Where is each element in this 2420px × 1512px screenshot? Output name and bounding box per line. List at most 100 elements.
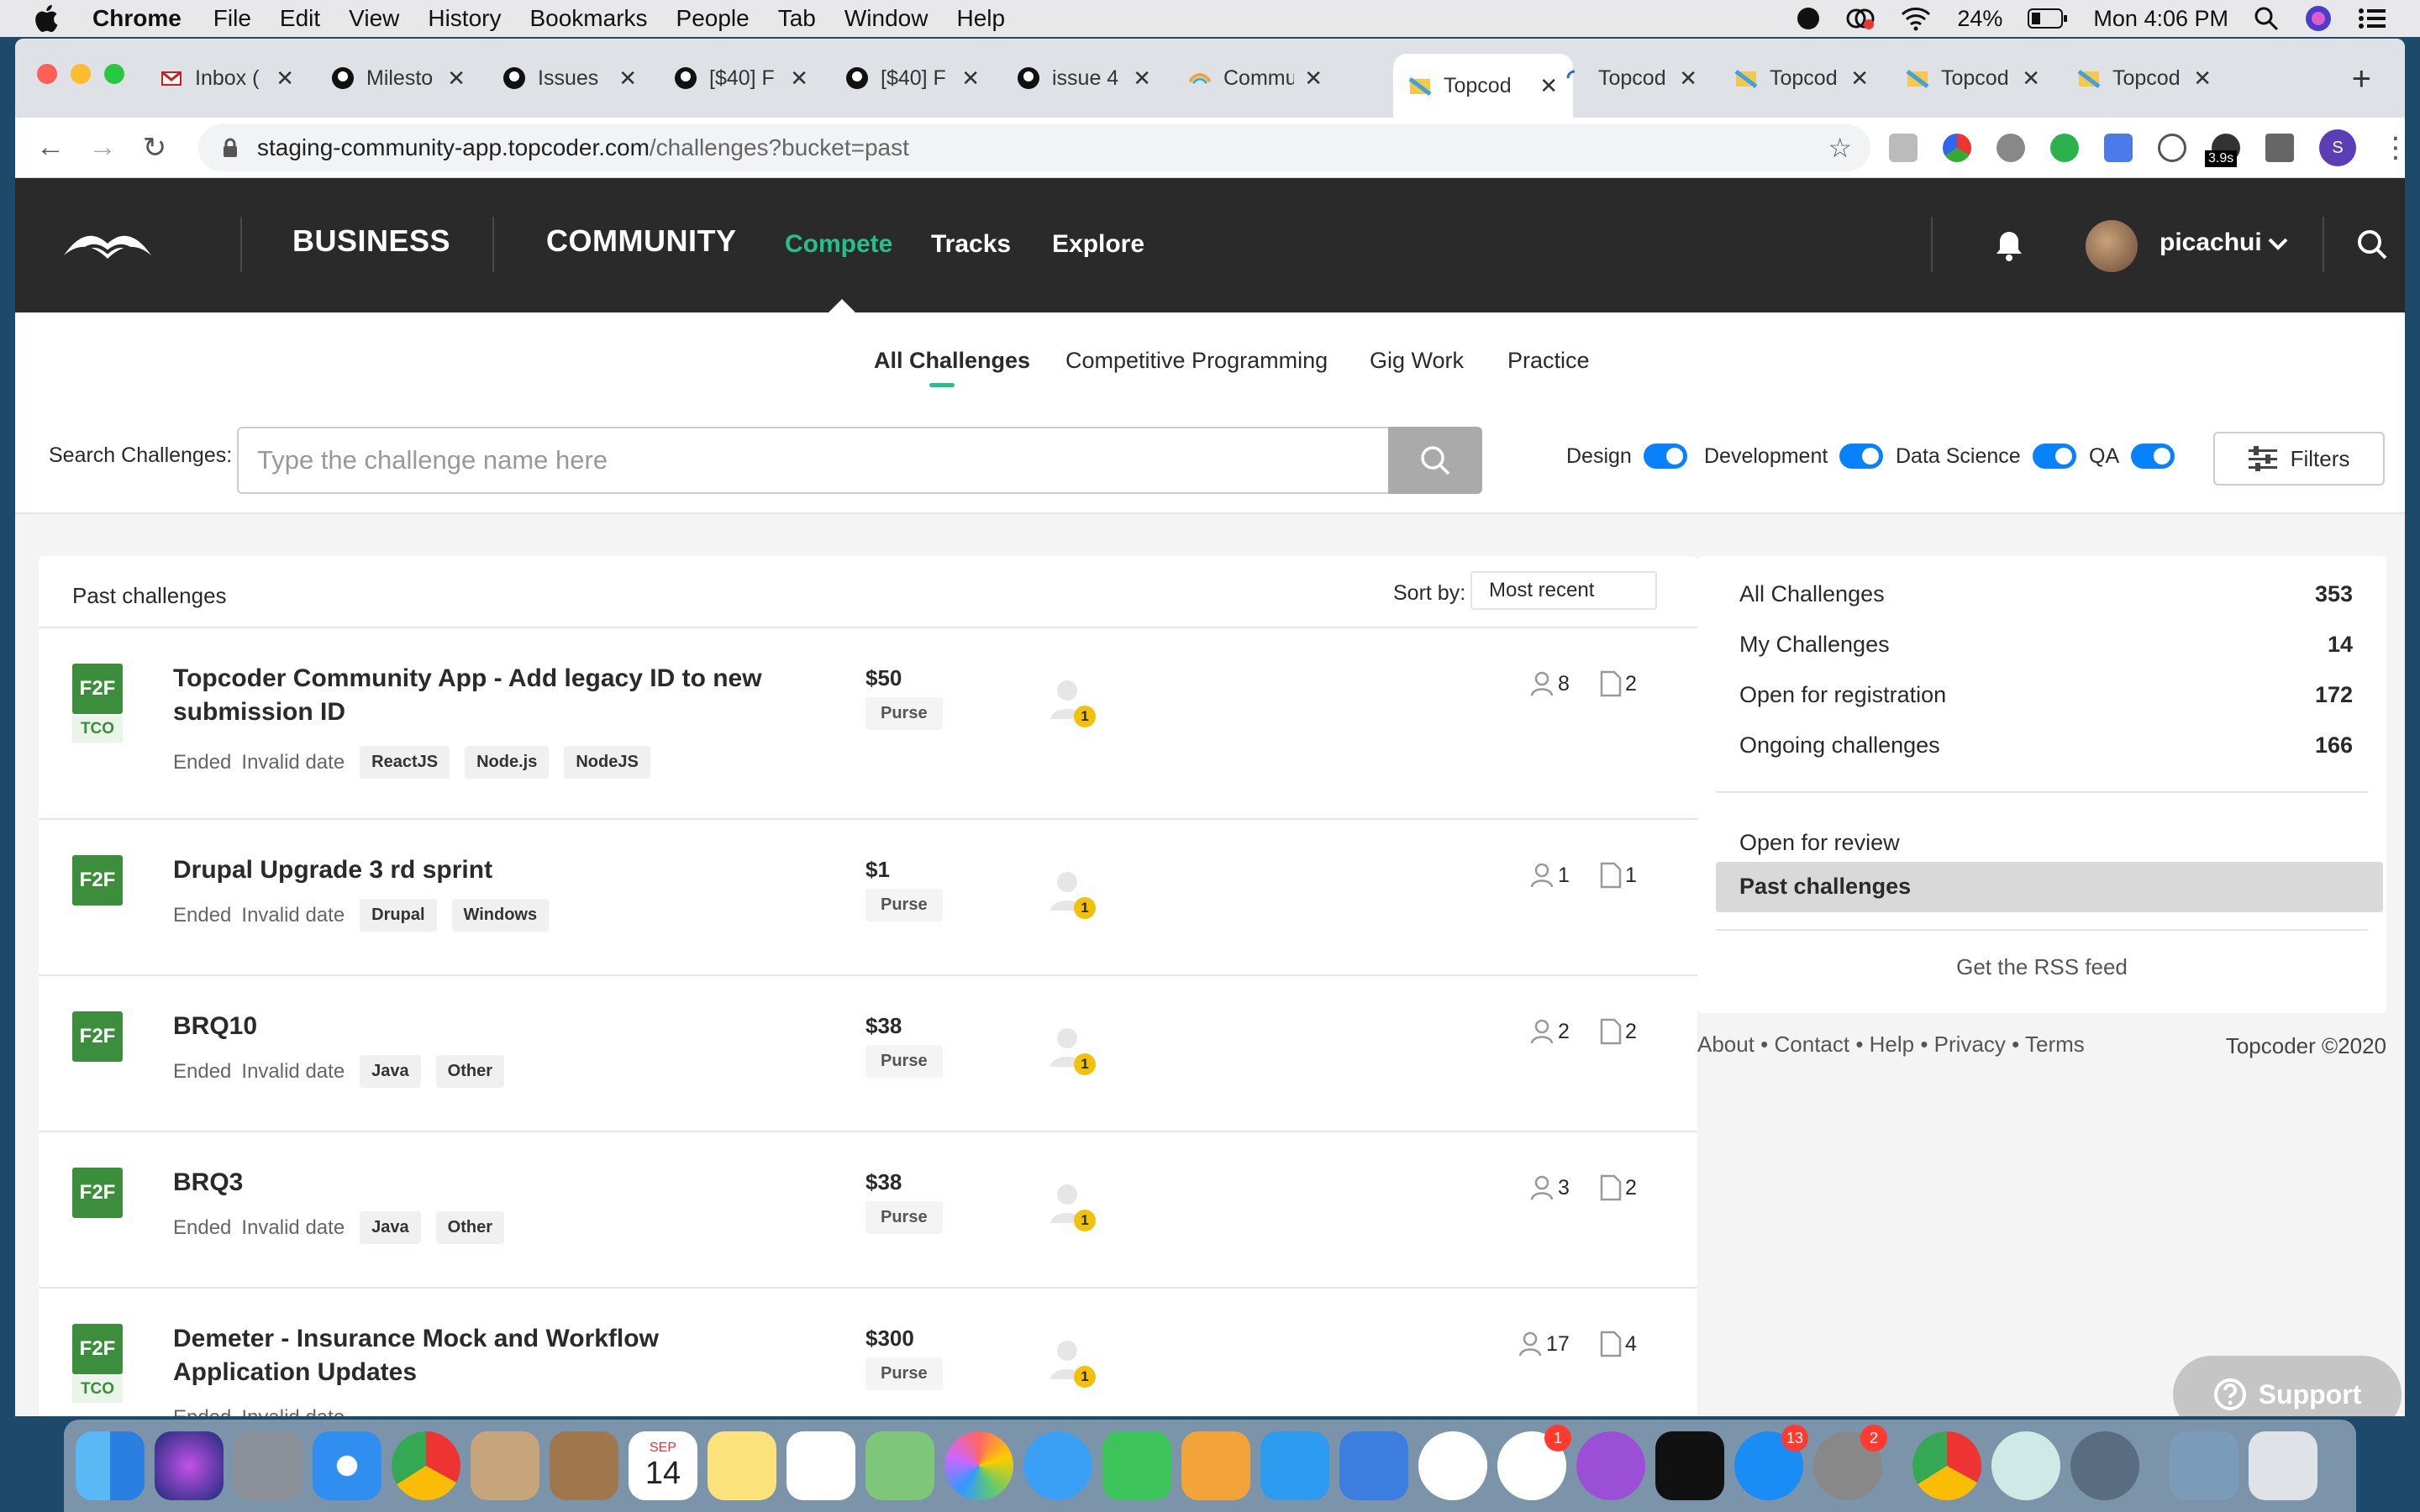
- slack-icon[interactable]: 1: [1497, 1425, 1571, 1500]
- toggle-switch[interactable]: [2131, 444, 2175, 469]
- bell-icon[interactable]: [1995, 230, 2023, 262]
- close-tab-icon[interactable]: ✕: [618, 66, 637, 92]
- toggle-qa[interactable]: QA: [2089, 444, 2175, 469]
- challenge-row[interactable]: F2F BRQ10 Ended Invalid date Java Other $38 Pur…: [39, 976, 1697, 1132]
- app-store-icon[interactable]: 13: [1734, 1425, 1808, 1500]
- tab-practice[interactable]: Practice: [1507, 348, 1590, 374]
- sidebar-bucket-item[interactable]: All Challenges 353: [1739, 581, 2353, 607]
- safari-icon[interactable]: [313, 1431, 381, 1500]
- search-button[interactable]: [1388, 427, 1482, 494]
- tech-tag[interactable]: Java: [360, 1211, 421, 1244]
- sidebar-bucket-item[interactable]: Open for registration 172: [1739, 682, 2353, 708]
- siri-icon[interactable]: [155, 1431, 224, 1500]
- chrome-icon[interactable]: [1912, 1431, 1981, 1500]
- submissions-count[interactable]: 2: [1600, 1018, 1637, 1045]
- siri-icon[interactable]: [2304, 4, 2333, 33]
- battery-icon[interactable]: [2028, 8, 2068, 29]
- reload-button[interactable]: ↻: [138, 131, 171, 165]
- challenge-title[interactable]: Drupal Upgrade 3 rd sprint: [173, 853, 795, 887]
- registrants-count[interactable]: 2: [1529, 1018, 1570, 1045]
- extension-code-icon[interactable]: [2158, 134, 2186, 162]
- calendar-icon[interactable]: SEP 14: [629, 1431, 697, 1500]
- sidebar-item-past-challenges[interactable]: Past challenges: [1739, 874, 2353, 900]
- menu-people[interactable]: People: [676, 5, 750, 32]
- search-icon[interactable]: [2356, 228, 2388, 260]
- browser-tab[interactable]: issue 4 ✕: [1002, 54, 1166, 102]
- tech-tag[interactable]: Drupal: [360, 899, 437, 932]
- tech-tag[interactable]: NodeJS: [564, 746, 650, 779]
- browser-tab[interactable]: [$40] F ✕: [830, 54, 995, 102]
- tech-tag[interactable]: Node.js: [465, 746, 550, 779]
- browser-tab[interactable]: Inbox (✕: [145, 54, 309, 102]
- browser-tab[interactable]: Milesto ✕: [316, 54, 481, 102]
- profile-avatar[interactable]: S: [2319, 129, 2356, 166]
- launchpad-icon[interactable]: [234, 1431, 302, 1500]
- menu-view[interactable]: View: [349, 5, 399, 32]
- creative-cloud-icon[interactable]: [1846, 6, 1875, 31]
- close-tab-icon[interactable]: ✕: [2022, 66, 2040, 92]
- nav-compete[interactable]: Compete: [785, 230, 892, 259]
- notes-icon[interactable]: [708, 1431, 776, 1500]
- tech-tag[interactable]: Windows: [451, 899, 550, 932]
- tab-competitive-programming[interactable]: Competitive Programming: [1065, 348, 1328, 374]
- chrome-icon[interactable]: [392, 1431, 460, 1500]
- registrants-count[interactable]: 8: [1529, 670, 1570, 697]
- mail-icon[interactable]: [471, 1431, 539, 1500]
- trash-icon[interactable]: [2249, 1431, 2317, 1500]
- maps-icon[interactable]: [865, 1431, 934, 1500]
- close-tab-icon[interactable]: ✕: [1679, 66, 1697, 92]
- facetime-icon[interactable]: [1102, 1431, 1171, 1500]
- tech-tag[interactable]: Java: [360, 1055, 421, 1088]
- menu-app-name[interactable]: Chrome: [92, 5, 182, 32]
- challenge-row[interactable]: F2F TCO Demeter - Insurance Mock and Workf…: [39, 1289, 1697, 1416]
- extensions-puzzle-icon[interactable]: [2265, 134, 2294, 162]
- tech-tag[interactable]: ReactJS: [360, 746, 450, 779]
- menu-window[interactable]: Window: [844, 5, 929, 32]
- submissions-count[interactable]: 1: [1600, 862, 1637, 889]
- nav-business[interactable]: BUSINESS: [292, 223, 450, 259]
- zoom-window-button[interactable]: [104, 64, 124, 84]
- close-tab-icon[interactable]: ✕: [276, 66, 294, 92]
- finder-icon[interactable]: [76, 1431, 145, 1500]
- challenge-title[interactable]: Topcoder Community App - Add legacy ID t…: [173, 662, 795, 729]
- menu-bookmarks[interactable]: Bookmarks: [529, 5, 647, 32]
- close-window-button[interactable]: [37, 64, 57, 84]
- close-tab-icon[interactable]: ✕: [1850, 66, 1869, 92]
- extension-green-icon[interactable]: [2050, 134, 2079, 162]
- support-button[interactable]: Support: [2173, 1356, 2402, 1416]
- tab-all-challenges[interactable]: All Challenges: [874, 348, 1030, 374]
- bookmark-star-icon[interactable]: ☆: [1828, 132, 1852, 164]
- toggle-switch[interactable]: [1839, 444, 1884, 469]
- sidebar-item-open-for-review[interactable]: Open for review: [1739, 830, 2353, 856]
- registrants-count[interactable]: 17: [1518, 1331, 1570, 1357]
- browser-tab[interactable]: Topcod ✕: [1393, 54, 1573, 118]
- footer-links[interactable]: About • Contact • Help • Privacy • Terms: [1697, 1032, 2085, 1058]
- podcasts-icon[interactable]: [1576, 1431, 1645, 1500]
- toggle-development[interactable]: Development: [1704, 444, 1884, 469]
- tech-tag[interactable]: Other: [435, 1211, 505, 1244]
- browser-tab[interactable]: Topcod ✕: [1891, 54, 2055, 102]
- topcoder-logo[interactable]: [60, 218, 155, 269]
- app-icon[interactable]: [1991, 1431, 2060, 1500]
- menu-history[interactable]: History: [428, 5, 501, 32]
- menu-help[interactable]: Help: [956, 5, 1005, 32]
- forward-button[interactable]: →: [86, 131, 119, 165]
- nav-tracks[interactable]: Tracks: [931, 230, 1011, 259]
- challenge-title[interactable]: BRQ3: [173, 1166, 795, 1200]
- submissions-count[interactable]: 2: [1600, 1174, 1637, 1201]
- challenge-row[interactable]: F2F BRQ3 Ended Invalid date Java Other $38 Purs…: [39, 1132, 1697, 1289]
- messages-icon[interactable]: [1023, 1431, 1092, 1500]
- extension-timer-icon[interactable]: 3.9s: [2205, 134, 2240, 167]
- contacts-icon[interactable]: [550, 1431, 618, 1500]
- chrome-menu-icon[interactable]: ⋮: [2381, 131, 2405, 165]
- challenge-row[interactable]: F2F Drupal Upgrade 3 rd sprint Ended Invali…: [39, 820, 1697, 976]
- status-app-icon[interactable]: [1796, 6, 1821, 31]
- submissions-count[interactable]: 2: [1600, 670, 1637, 697]
- back-button[interactable]: ←: [34, 131, 67, 165]
- address-bar[interactable]: staging-community-app.topcoder.com/chall…: [198, 124, 1870, 171]
- quicktime-icon[interactable]: [2070, 1431, 2139, 1500]
- sidebar-bucket-item[interactable]: Ongoing challenges 166: [1739, 732, 2353, 759]
- notification-center-icon[interactable]: [2358, 6, 2386, 31]
- close-tab-icon[interactable]: ✕: [1304, 66, 1323, 92]
- sidebar-bucket-item[interactable]: My Challenges 14: [1739, 632, 2353, 658]
